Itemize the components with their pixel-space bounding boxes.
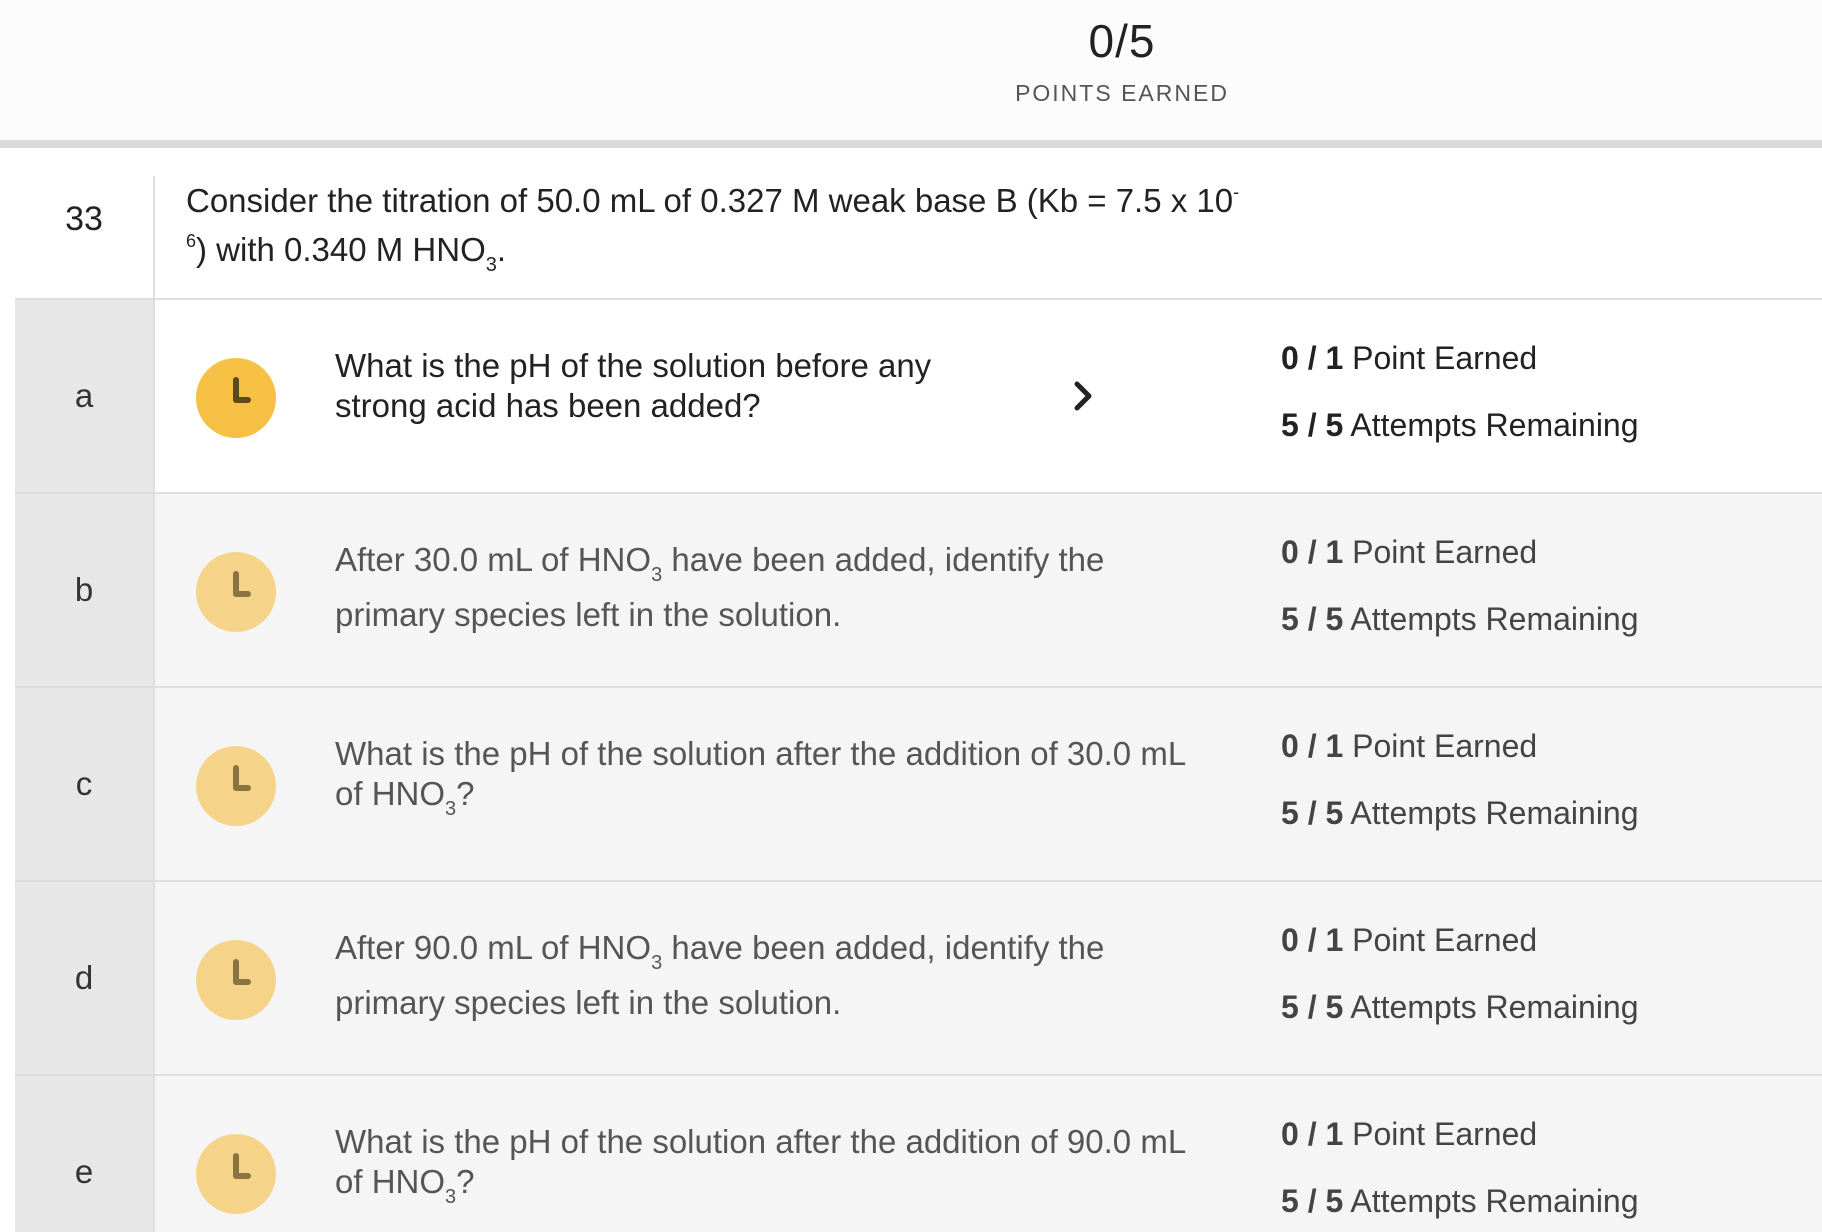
part-status: 0 / 1 Point Earned 5 / 5 Attempts Remain… (1281, 1114, 1639, 1221)
attempts-line: 5 / 5 Attempts Remaining (1281, 405, 1639, 445)
attempts-line: 5 / 5 Attempts Remaining (1281, 599, 1639, 639)
attempts-label: Attempts Remaining (1343, 601, 1639, 637)
part-question-text-2: ? (456, 1163, 475, 1200)
question-panel: 33 Consider the titration of 50.0 mL of … (15, 176, 1822, 1232)
clock-icon (196, 358, 276, 438)
part-question-text: After 90.0 mL of HNO3 have been added, i… (335, 928, 1195, 1023)
attempts-label: Attempts Remaining (1343, 407, 1639, 443)
attempts-value: 5 / 5 (1281, 795, 1344, 831)
subscript: 3 (485, 254, 497, 276)
points-label: Point Earned (1343, 728, 1538, 764)
attempts-label: Attempts Remaining (1343, 795, 1639, 831)
part-status: 0 / 1 Point Earned 5 / 5 Attempts Remain… (1281, 338, 1639, 445)
part-status: 0 / 1 Point Earned 5 / 5 Attempts Remain… (1281, 726, 1639, 833)
points-line: 0 / 1 Point Earned (1281, 920, 1639, 960)
points-line: 0 / 1 Point Earned (1281, 338, 1639, 378)
attempts-label: Attempts Remaining (1343, 1183, 1639, 1219)
part-letter: b (15, 494, 155, 686)
points-value: 0 / 1 (1281, 534, 1344, 570)
score-header: 0/5 POINTS EARNED (0, 0, 1822, 148)
attempts-value: 5 / 5 (1281, 407, 1344, 443)
points-label: Point Earned (1343, 1116, 1538, 1152)
part-question-text: What is the pH of the solution before an… (335, 347, 932, 424)
part-question-text-1: After 90.0 mL of HNO (335, 929, 652, 966)
part-row-d[interactable]: d After 90.0 mL of HNO3 have been added,… (15, 882, 1822, 1076)
points-line: 0 / 1 Point Earned (1281, 532, 1639, 572)
part-status: 0 / 1 Point Earned 5 / 5 Attempts Remain… (1281, 532, 1639, 639)
part-row-e[interactable]: e What is the pH of the solution after t… (15, 1076, 1822, 1232)
question-number: 33 (15, 176, 155, 298)
attempts-line: 5 / 5 Attempts Remaining (1281, 987, 1639, 1027)
points-label: Point Earned (1343, 340, 1538, 376)
attempts-value: 5 / 5 (1281, 601, 1344, 637)
part-question-text: What is the pH of the solution after the… (335, 1122, 1195, 1217)
subscript: 3 (651, 564, 663, 586)
part-row-a[interactable]: a What is the pH of the solution before … (15, 300, 1822, 494)
subscript: 3 (651, 952, 663, 974)
question-stem: Consider the titration of 50.0 mL of 0.3… (186, 176, 1246, 285)
part-question-text: What is the pH of the solution after the… (335, 734, 1195, 829)
question-header: 33 Consider the titration of 50.0 mL of … (15, 176, 1822, 300)
question-stem-text: Consider the titration of 50.0 mL of 0.3… (186, 182, 1234, 219)
part-status: 0 / 1 Point Earned 5 / 5 Attempts Remain… (1281, 920, 1639, 1027)
chevron-right-icon[interactable] (1069, 376, 1099, 416)
clock-icon (196, 940, 276, 1020)
question-stem-end: . (496, 231, 507, 268)
part-letter: a (15, 300, 155, 492)
points-label: Point Earned (1343, 922, 1538, 958)
points-line: 0 / 1 Point Earned (1281, 1114, 1639, 1154)
points-line: 0 / 1 Point Earned (1281, 726, 1639, 766)
subscript: 3 (445, 798, 457, 820)
question-stem-text-2: ) with 0.340 M HNO (196, 231, 486, 268)
subscript: 3 (445, 1186, 457, 1208)
part-letter: c (15, 688, 155, 880)
points-value: 0 / 1 (1281, 922, 1344, 958)
points-score: 0/5 (1088, 15, 1156, 67)
points-value: 0 / 1 (1281, 728, 1344, 764)
attempts-line: 5 / 5 Attempts Remaining (1281, 1181, 1639, 1221)
points-label: Point Earned (1343, 534, 1538, 570)
attempts-value: 5 / 5 (1281, 1183, 1344, 1219)
part-row-b[interactable]: b After 30.0 mL of HNO3 have been added,… (15, 494, 1822, 688)
points-earned-label: POINTS EARNED (1015, 80, 1229, 106)
points-value: 0 / 1 (1281, 1116, 1344, 1152)
part-question-text: After 30.0 mL of HNO3 have been added, i… (335, 540, 1195, 635)
attempts-label: Attempts Remaining (1343, 989, 1639, 1025)
part-letter: d (15, 882, 155, 1074)
part-letter: e (15, 1076, 155, 1232)
part-row-c[interactable]: c What is the pH of the solution after t… (15, 688, 1822, 882)
attempts-value: 5 / 5 (1281, 989, 1344, 1025)
part-question-text-2: ? (456, 775, 475, 812)
part-question-text-1: After 30.0 mL of HNO (335, 541, 652, 578)
clock-icon (196, 746, 276, 826)
clock-icon (196, 552, 276, 632)
clock-icon (196, 1134, 276, 1214)
attempts-line: 5 / 5 Attempts Remaining (1281, 793, 1639, 833)
points-value: 0 / 1 (1281, 340, 1344, 376)
